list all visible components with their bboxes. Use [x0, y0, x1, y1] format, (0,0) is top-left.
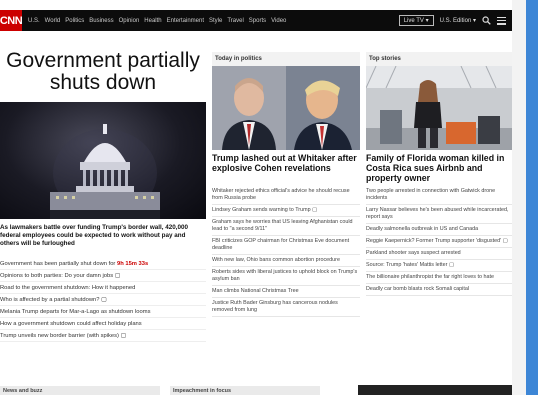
nav-link-sports[interactable]: Sports [249, 18, 266, 24]
nav-right: Live TV ▾ U.S. Edition ▾ [398, 15, 512, 26]
list-item-text: Government has been partially shut down … [0, 260, 117, 267]
airport-photo[interactable] [366, 66, 512, 150]
section-title-politics[interactable]: Today in politics [212, 52, 360, 66]
list-item[interactable]: Source: Trump 'hates' Mattis letter ▢ [366, 260, 512, 272]
nav-link-world[interactable]: World [45, 18, 61, 24]
list-item[interactable]: Who is affected by a partial shutdown? ▢ [0, 294, 206, 306]
nav-link-video[interactable]: Video [271, 18, 286, 24]
list-item[interactable]: Two people arrested in connection with G… [366, 186, 512, 205]
nav-link-entertainment[interactable]: Entertainment [167, 18, 204, 24]
list-item[interactable]: Graham says he worries that US leaving A… [212, 217, 360, 236]
list-item[interactable]: Larry Nassar believes he's been abused w… [366, 205, 512, 224]
top-story-title[interactable]: Family of Florida woman killed in Costa … [366, 153, 512, 183]
nav-link-style[interactable]: Style [209, 18, 222, 24]
live-tv-button[interactable]: Live TV ▾ [398, 15, 434, 26]
menu-icon[interactable] [497, 16, 506, 25]
section-title-impeachment[interactable]: Impeachment in focus [170, 386, 320, 395]
nav-link-politics[interactable]: Politics [65, 18, 84, 24]
section-title-news-buzz[interactable]: News and buzz [0, 386, 160, 395]
list-item[interactable]: Government has been partially shut down … [0, 258, 206, 270]
list-item[interactable]: Reggie Kaepernick? Former Trump supporte… [366, 236, 512, 248]
lead-headline[interactable]: Government partially shuts down [0, 50, 206, 94]
section-title-top-stories[interactable]: Top stories [366, 52, 512, 66]
cnn-logo[interactable]: CNN [0, 10, 23, 31]
list-item[interactable]: Roberts sides with liberal justices to u… [212, 267, 360, 286]
list-item[interactable]: How a government shutdown could affect h… [0, 318, 206, 330]
page-gutter [512, 0, 526, 395]
list-item[interactable]: Opinions to both parties: Do your damn j… [0, 270, 206, 282]
top-stories-list: Two people arrested in connection with G… [366, 186, 512, 296]
list-item[interactable]: Trump unveils new border barrier (with s… [0, 330, 206, 342]
list-item[interactable]: Parkland shooter says suspect arrested [366, 248, 512, 260]
nav-link-business[interactable]: Business [89, 18, 113, 24]
top-nav: CNN U.S. World Politics Business Opinion… [0, 10, 512, 31]
list-item[interactable]: Man climbs National Christmas Tree [212, 286, 360, 298]
list-item[interactable]: With new law, Ohio bans common abortion … [212, 255, 360, 267]
shutdown-timer: 9h 15m 33s [116, 260, 149, 267]
list-item[interactable]: FBI criticizes GOP chairman for Christma… [212, 236, 360, 255]
nav-link-us[interactable]: U.S. [28, 18, 40, 24]
capitol-dome-illustration [50, 124, 160, 219]
search-icon[interactable] [482, 16, 491, 25]
nav-links: U.S. World Politics Business Opinion Hea… [28, 18, 286, 24]
browser-viewport: CNN U.S. World Politics Business Opinion… [0, 0, 538, 395]
nav-link-health[interactable]: Health [144, 18, 161, 24]
lead-summary[interactable]: As lawmakers battle over funding Trump's… [0, 224, 206, 248]
lead-related-list: Government has been partially shut down … [0, 258, 206, 342]
politics-list: Whitaker rejected ethics official's advi… [212, 186, 360, 317]
list-item[interactable]: Deadly car bomb blasts rock Somali capit… [366, 284, 512, 296]
list-item[interactable]: Road to the government shutdown: How it … [0, 282, 206, 294]
portraits-illustration [212, 66, 360, 150]
list-item[interactable]: The billionaire philanthropist the far r… [366, 272, 512, 284]
list-item[interactable]: Lindsey Graham sends warning to Trump ▢ [212, 205, 360, 217]
whitaker-trump-photo[interactable] [212, 66, 360, 150]
nav-link-opinion[interactable]: Opinion [119, 18, 140, 24]
nav-link-travel[interactable]: Travel [227, 18, 243, 24]
edition-selector[interactable]: U.S. Edition ▾ [440, 17, 476, 24]
list-item[interactable]: Deadly salmonella outbreak in US and Can… [366, 224, 512, 236]
politics-lead-title[interactable]: Trump lashed out at Whitaker after explo… [212, 153, 360, 173]
capitol-photo[interactable] [0, 102, 206, 219]
list-item[interactable]: Justice Ruth Bader Ginsburg has cancerou… [212, 298, 360, 317]
video-thumbnail[interactable] [358, 385, 512, 395]
list-item[interactable]: Melania Trump departs for Mar-a-Lago as … [0, 306, 206, 318]
airport-illustration [366, 66, 512, 150]
list-item[interactable]: Whitaker rejected ethics official's advi… [212, 186, 360, 205]
accent-sidebar [526, 0, 538, 395]
